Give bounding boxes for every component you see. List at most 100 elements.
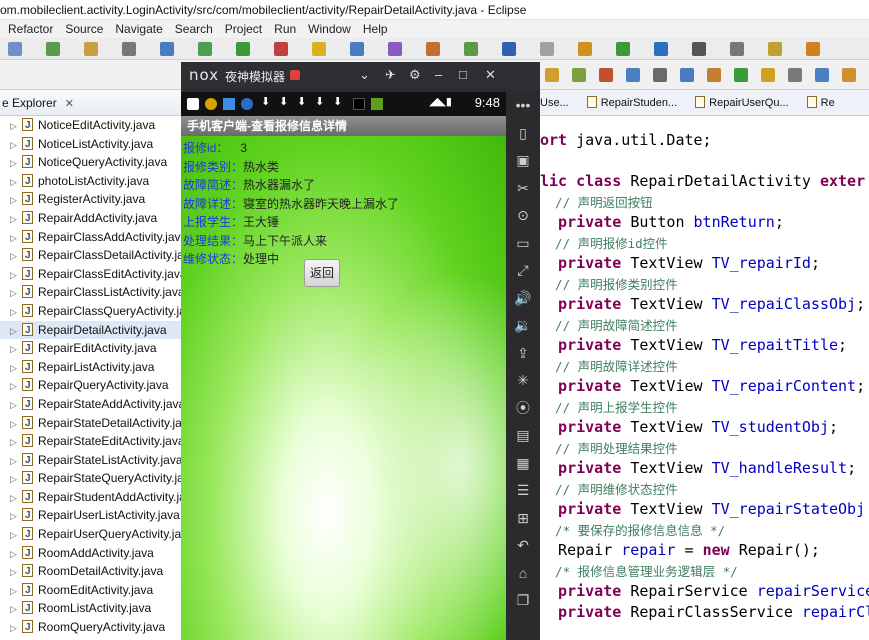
code-editor[interactable]: ort java.util.Date; lic class RepairDetai… bbox=[540, 130, 869, 640]
expand-arrow-icon[interactable]: ▷ bbox=[10, 415, 22, 434]
file-tree-item[interactable]: ▷ RoomEditActivity.java bbox=[0, 581, 181, 601]
file-tree-item[interactable]: ▷ RepairStudentAddActivity.java bbox=[0, 488, 181, 508]
toolbar-tool-icon[interactable] bbox=[198, 42, 212, 56]
expand-arrow-icon[interactable]: ▷ bbox=[10, 322, 22, 341]
expand-arrow-icon[interactable]: ▷ bbox=[10, 117, 22, 136]
toolbar-tool-icon[interactable] bbox=[540, 42, 554, 56]
package-explorer-tab[interactable]: e Explorer ✕ bbox=[0, 90, 181, 116]
file-tree-item[interactable]: ▷ RepairListActivity.java bbox=[0, 358, 181, 378]
file-tree-item[interactable]: ▷ RepairClassAddActivity.java bbox=[0, 228, 181, 248]
toolbar-tool-icon[interactable] bbox=[236, 42, 250, 56]
toolbar-tool-icon[interactable] bbox=[692, 42, 706, 56]
file-tree-item[interactable]: ▷ photoListActivity.java bbox=[0, 172, 181, 192]
toolbar-tool-icon[interactable] bbox=[616, 42, 630, 56]
file-tree-item[interactable]: ▷ RepairClassEditActivity.java bbox=[0, 265, 181, 285]
file-tree-item[interactable]: ▷ RepairUserListActivity.java bbox=[0, 506, 181, 526]
toolbar-tool-icon[interactable] bbox=[312, 42, 326, 56]
editor-tab[interactable]: Use... bbox=[540, 90, 569, 115]
toolbar-tool-icon[interactable] bbox=[761, 68, 775, 82]
expand-arrow-icon[interactable]: ▷ bbox=[10, 303, 22, 322]
shake-icon[interactable]: ⦿ bbox=[514, 399, 532, 417]
home-icon[interactable]: ⌂ bbox=[514, 564, 532, 582]
toolbar-tool-icon[interactable] bbox=[426, 42, 440, 56]
expand-arrow-icon[interactable]: ▷ bbox=[10, 210, 22, 229]
recent-icon[interactable]: ❐ bbox=[514, 591, 532, 609]
toolbar-tool-icon[interactable] bbox=[680, 68, 694, 82]
expand-arrow-icon[interactable]: ▷ bbox=[10, 507, 22, 526]
file-tree-item[interactable]: ▷ RepairAddActivity.java bbox=[0, 209, 181, 229]
minimize-icon[interactable]: – bbox=[435, 67, 442, 82]
menu-item-help[interactable]: Help bbox=[363, 20, 388, 38]
multi-instance-icon[interactable]: ▦ bbox=[514, 454, 532, 472]
apk-icon[interactable]: ⇪ bbox=[514, 344, 532, 362]
expand-arrow-icon[interactable]: ▷ bbox=[10, 433, 22, 452]
menu-item-window[interactable]: Window bbox=[308, 20, 351, 38]
menu-item-refactor[interactable]: Refactor bbox=[8, 20, 53, 38]
toolbar-tool-icon[interactable] bbox=[388, 42, 402, 56]
back-icon[interactable]: ↶ bbox=[514, 536, 532, 554]
expand-arrow-icon[interactable]: ▷ bbox=[10, 563, 22, 582]
file-tree-item[interactable]: ▷ RepairStateEditActivity.java bbox=[0, 432, 181, 452]
file-tree-item[interactable]: ▷ RegisterActivity.java bbox=[0, 190, 181, 210]
close-icon[interactable]: ✕ bbox=[485, 67, 496, 83]
file-tree-item[interactable]: ▷ RoomDetailActivity.java bbox=[0, 562, 181, 582]
toolbar-tool-icon[interactable] bbox=[653, 68, 667, 82]
menu-item-source[interactable]: Source bbox=[65, 20, 103, 38]
toolbar-tool-icon[interactable] bbox=[274, 42, 288, 56]
expand-arrow-icon[interactable]: ▷ bbox=[10, 359, 22, 378]
cut-icon[interactable]: ✂ bbox=[514, 179, 532, 197]
expand-arrow-icon[interactable]: ▷ bbox=[10, 191, 22, 210]
close-icon[interactable]: ✕ bbox=[65, 98, 74, 110]
expand-arrow-icon[interactable]: ▷ bbox=[10, 284, 22, 303]
add-icon[interactable]: ⊞ bbox=[514, 509, 532, 527]
editor-tab[interactable]: RepairUserQu... bbox=[695, 90, 789, 115]
toolbar-tool-icon[interactable] bbox=[815, 68, 829, 82]
expand-arrow-icon[interactable]: ▷ bbox=[10, 154, 22, 173]
toolbar-tool-icon[interactable] bbox=[734, 68, 748, 82]
expand-arrow-icon[interactable]: ▷ bbox=[10, 526, 22, 545]
maximize-icon[interactable]: □ bbox=[459, 67, 467, 82]
file-tree-item[interactable]: ▷ RepairStateQueryActivity.java bbox=[0, 469, 181, 489]
volume-up-icon[interactable]: 🔊 bbox=[514, 289, 532, 307]
more-icon[interactable]: ••• bbox=[514, 96, 532, 114]
toolbar-tool-icon[interactable] bbox=[160, 42, 174, 56]
file-tree-item[interactable]: ▷ RoomAddActivity.java bbox=[0, 544, 181, 564]
toolbar-tool-icon[interactable] bbox=[122, 42, 136, 56]
expand-arrow-icon[interactable]: ▷ bbox=[10, 600, 22, 619]
file-tree-item[interactable]: ▷ RepairClassListActivity.java bbox=[0, 283, 181, 303]
toolbar-tool-icon[interactable] bbox=[578, 42, 592, 56]
keyboard-icon[interactable]: ▣ bbox=[514, 151, 532, 169]
toolbar-tool-icon[interactable] bbox=[707, 68, 721, 82]
toolbar-tool-icon[interactable] bbox=[842, 68, 856, 82]
toolbar-tool-icon[interactable] bbox=[730, 42, 744, 56]
expand-arrow-icon[interactable]: ▷ bbox=[10, 173, 22, 192]
expand-arrow-icon[interactable]: ▷ bbox=[10, 470, 22, 489]
expand-arrow-icon[interactable]: ▷ bbox=[10, 340, 22, 359]
expand-arrow-icon[interactable]: ▷ bbox=[10, 619, 22, 638]
menu-item-search[interactable]: Search bbox=[175, 20, 213, 38]
toolbar-tool-icon[interactable] bbox=[8, 42, 22, 56]
editor-tab[interactable]: RepairStuden... bbox=[586, 90, 677, 115]
toolbar-tool-icon[interactable] bbox=[572, 68, 586, 82]
toolbar-tool-icon[interactable] bbox=[654, 42, 668, 56]
screenshot-icon[interactable]: ▯ bbox=[514, 124, 532, 142]
window-icon[interactable]: ▭ bbox=[514, 234, 532, 252]
editor-tab[interactable]: Re bbox=[806, 90, 835, 115]
volume-down-icon[interactable]: 🔉 bbox=[514, 316, 532, 334]
toolbar-tool-icon[interactable] bbox=[545, 68, 559, 82]
file-tree-item[interactable]: ▷ RepairClassDetailActivity.java bbox=[0, 246, 181, 266]
file-tree-item[interactable]: ▷ RepairStateListActivity.java bbox=[0, 451, 181, 471]
file-tree-item[interactable]: ▷ RepairClassQueryActivity.java bbox=[0, 302, 181, 322]
gear-icon[interactable]: ⚙ bbox=[409, 67, 421, 83]
pin-icon[interactable]: ✈ bbox=[385, 67, 396, 83]
expand-arrow-icon[interactable]: ▷ bbox=[10, 396, 22, 415]
expand-arrow-icon[interactable]: ▷ bbox=[10, 377, 22, 396]
toolbar-tool-icon[interactable] bbox=[350, 42, 364, 56]
file-tree-item[interactable]: ▷ RepairDetailActivity.java bbox=[0, 320, 181, 341]
toolbar-tool-icon[interactable] bbox=[464, 42, 478, 56]
return-button[interactable]: 返回 bbox=[304, 259, 340, 287]
menu-item-run[interactable]: Run bbox=[274, 20, 296, 38]
expand-arrow-icon[interactable]: ▷ bbox=[10, 229, 22, 248]
menu-item-navigate[interactable]: Navigate bbox=[115, 20, 162, 38]
expand-arrow-icon[interactable]: ▷ bbox=[10, 136, 22, 155]
